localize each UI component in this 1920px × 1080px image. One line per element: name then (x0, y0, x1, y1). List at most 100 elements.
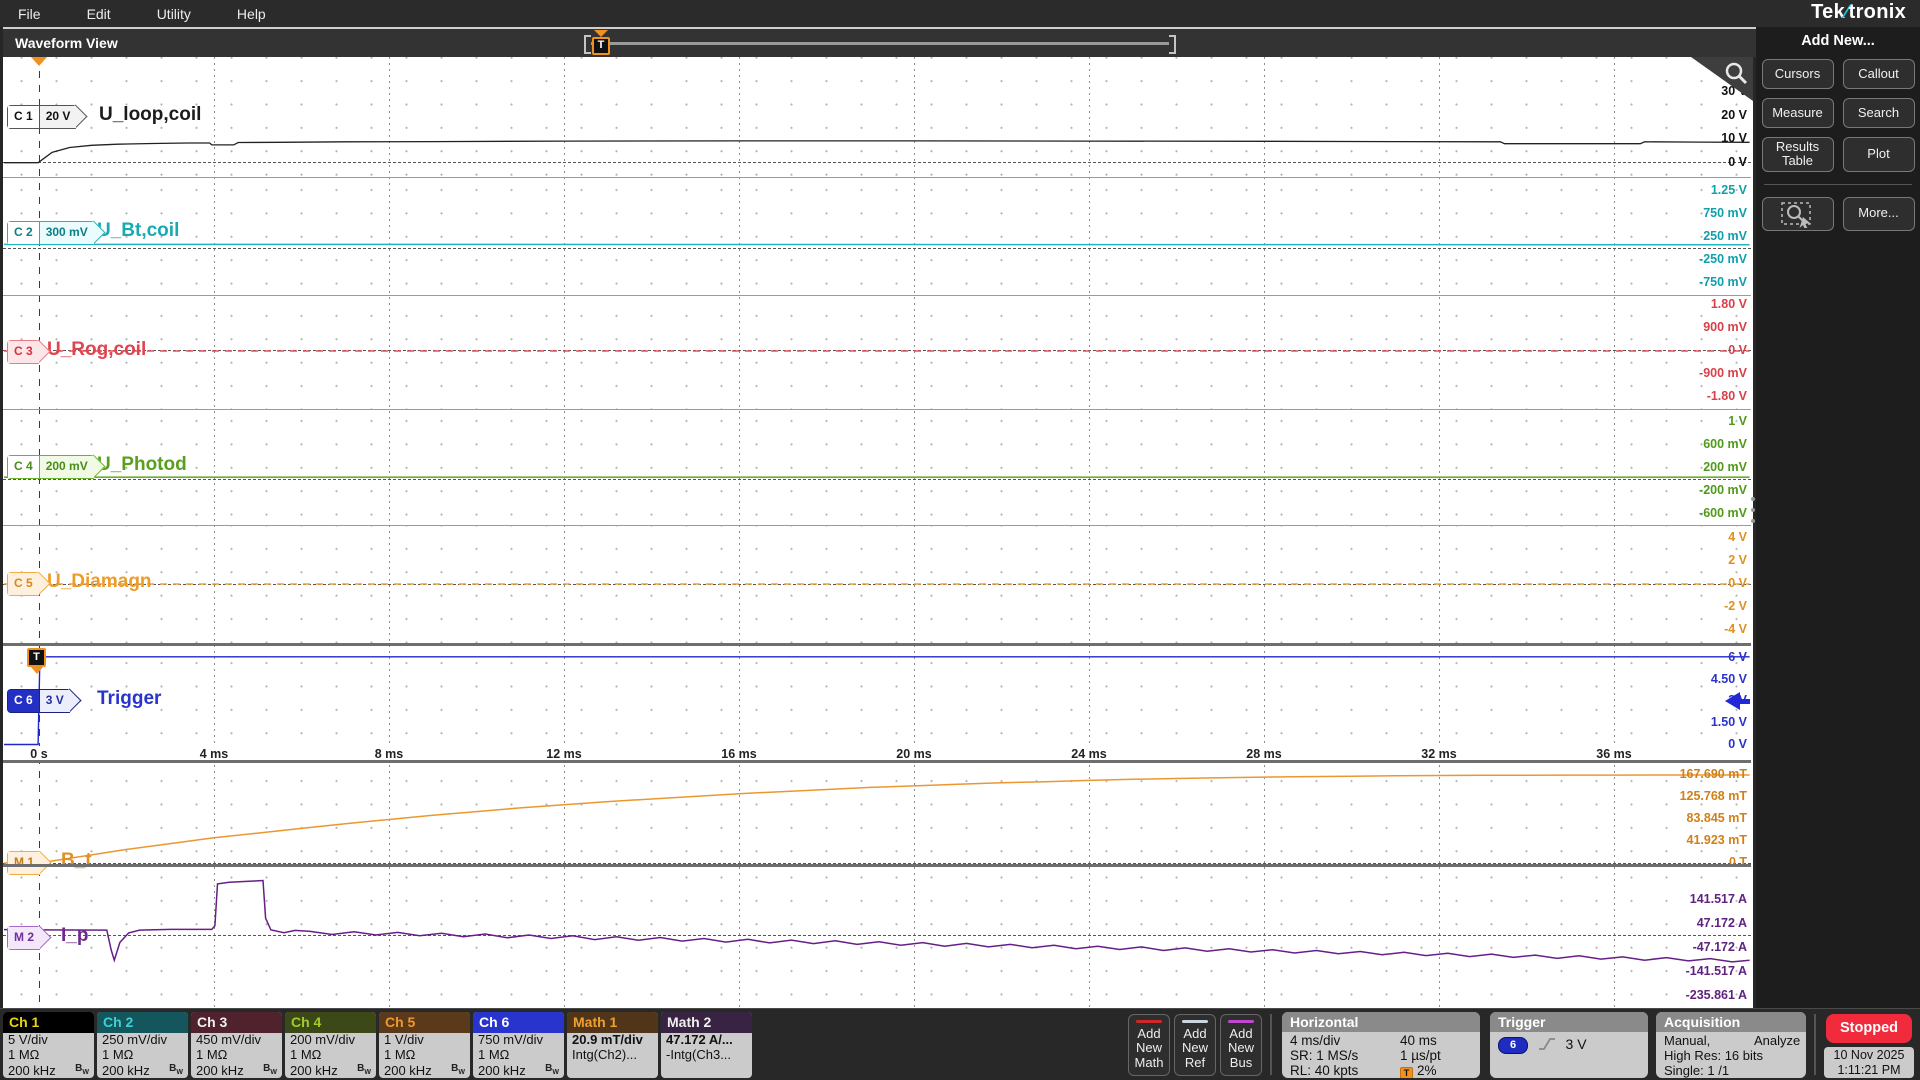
trigger-position-marker[interactable] (31, 57, 47, 66)
bandwidth-limit-icon: BW (169, 1062, 183, 1078)
slice-c2[interactable]: 1.25 V750 mV250 mV-250 mV-750 mVC 2300 m… (3, 178, 1751, 296)
scale-label-c1: 20 V (1721, 108, 1747, 122)
slice-m1[interactable]: 167.690 mT125.768 mT83.845 mT41.923 mT0 … (3, 762, 1751, 866)
scale-label-c6: 1.50 V (1711, 715, 1747, 729)
addnew-callout-button[interactable]: Callout (1843, 59, 1915, 89)
horizontal-window: 40 ms (1400, 1033, 1472, 1048)
scale-label-m1: 83.845 mT (1687, 811, 1747, 825)
sample-rate: SR: 1 MS/s (1290, 1048, 1400, 1063)
addnew-plot-button[interactable]: Plot (1843, 137, 1915, 172)
bottom-badge-ch6[interactable]: Ch 6750 mV/div1 MΩ200 kHzBW (473, 1012, 564, 1078)
trace-c5 (3, 526, 1751, 645)
add-new-ref-button[interactable]: Add New Ref (1174, 1014, 1216, 1076)
trace-c3 (3, 296, 1751, 410)
trigger-position-flag[interactable]: T (592, 37, 610, 55)
trigger-panel-title: Trigger (1490, 1012, 1648, 1032)
bottom-badge-ch1[interactable]: Ch 15 V/div1 MΩ200 kHzBW (3, 1012, 94, 1078)
channel-badge-c2[interactable]: C 2300 mV (7, 221, 94, 245)
scale-label-c3: 900 mV (1703, 320, 1747, 334)
zoom-mode-button[interactable] (1762, 197, 1834, 231)
menu-help[interactable]: Help (237, 6, 266, 22)
horizontal-position-right-bracket (1169, 35, 1176, 54)
channel-badge-c3[interactable]: C 3 (7, 340, 39, 364)
channel-badge-c1[interactable]: C 120 V (7, 105, 76, 129)
run-stop-button[interactable]: Stopped (1826, 1014, 1912, 1043)
zoom-select-icon (1780, 200, 1816, 228)
horizontal-panel[interactable]: Horizontal 4 ms/div40 ms SR: 1 MS/s1 µs/… (1282, 1012, 1480, 1078)
bottom-badge-ch4[interactable]: Ch 4200 mV/div1 MΩ200 kHzBW (285, 1012, 376, 1078)
settings-bar: Horizontal 4 ms/div40 ms SR: 1 MS/s1 µs/… (0, 1008, 1920, 1080)
channel-badge-m2[interactable]: M 2 (7, 926, 40, 950)
trigger-position-pointer-icon (594, 30, 608, 37)
trigger-level-arrow[interactable] (1725, 692, 1740, 710)
slice-m2[interactable]: 141.517 A47.172 A-47.172 A-141.517 A-235… (3, 866, 1751, 1008)
menu-items: File Edit Utility Help (18, 6, 266, 22)
trace-c1 (3, 57, 1751, 178)
scale-label-c3: 1.80 V (1711, 297, 1747, 311)
slice-c4[interactable]: 1 V600 mV200 mV-200 mV-600 mVC 4200 mVU_… (3, 410, 1751, 526)
badge-cell: M 2 (8, 927, 40, 949)
bottom-badge-row: 1 MΩ (97, 1048, 188, 1063)
bottom-badge-row: 1 MΩ (473, 1048, 564, 1063)
slice-c1[interactable]: 30 V20 V10 V0 VC 120 VU_loop,coil (3, 57, 1751, 178)
slice-c6[interactable]: 6 V4.50 V3 V1.50 V0 VC 63 VTriggerT (3, 645, 1751, 746)
horizontal-position-left-bracket (584, 35, 591, 54)
add-new-math-button[interactable]: Add New Math (1128, 1014, 1170, 1076)
add-new-bus-button[interactable]: Add New Bus (1220, 1014, 1262, 1076)
addnew-results-table-button[interactable]: Results Table (1762, 137, 1834, 172)
bottom-badge-ch3[interactable]: Ch 3450 mV/div1 MΩ200 kHzBW (191, 1012, 282, 1078)
bottom-badge-math1[interactable]: Math 120.9 mT/divIntg(Ch2)... (567, 1012, 658, 1078)
bottom-badge-header: Ch 5 (379, 1012, 470, 1033)
addnew-measure-button[interactable]: Measure (1762, 98, 1834, 128)
add-button-accent (1182, 1020, 1208, 1023)
bottom-badge-row: 200 kHzBW (379, 1062, 470, 1078)
channel-badge-c4[interactable]: C 4200 mV (7, 455, 94, 479)
trigger-panel[interactable]: Trigger 6 3 V (1490, 1012, 1648, 1078)
slice-c3[interactable]: 1.80 V900 mV0 V-900 mV-1.80 VC 3U_Rog,co… (3, 296, 1751, 410)
channel-badge-m1[interactable]: M 1 (7, 851, 40, 875)
menu-utility[interactable]: Utility (157, 6, 191, 22)
trace-c6 (3, 645, 1751, 746)
badge-cell: C 3 (8, 341, 39, 363)
time-tick-label: 20 ms (884, 747, 944, 761)
badge-cell: 3 V (39, 690, 70, 712)
channel-name-c2: U_Bt,coil (97, 220, 179, 242)
acquisition-mode: Manual, (1664, 1033, 1754, 1048)
trigger-source-flag[interactable]: T (27, 648, 46, 667)
scale-label-c2: 250 mV (1703, 229, 1747, 243)
trace-c4 (3, 410, 1751, 526)
horizontal-position-track[interactable] (591, 42, 1169, 45)
bottom-badge-math2[interactable]: Math 247.172 A/...-Intg(Ch3... (661, 1012, 752, 1078)
addnew-cursors-button[interactable]: Cursors (1762, 59, 1834, 89)
bottom-divider (1270, 1014, 1272, 1075)
channel-badge-c5[interactable]: C 5 (7, 572, 39, 596)
bandwidth-limit-icon: BW (263, 1062, 277, 1078)
panel-drag-handle[interactable] (1751, 497, 1755, 523)
scale-label-c2: -250 mV (1699, 252, 1747, 266)
badge-cell: C 1 (8, 106, 39, 128)
scale-label-m1: 167.690 mT (1680, 767, 1747, 781)
sidebar-divider (1764, 184, 1912, 185)
bottom-badge-ch5[interactable]: Ch 51 V/div1 MΩ200 kHzBW (379, 1012, 470, 1078)
bottom-badge-row: -Intg(Ch3... (661, 1048, 752, 1063)
addnew-search-button[interactable]: Search (1843, 98, 1915, 128)
scale-label-m2: -235.861 A (1686, 988, 1747, 1002)
acquisition-panel-title: Acquisition (1656, 1012, 1806, 1032)
scale-label-c4: -200 mV (1699, 483, 1747, 497)
slice-c5[interactable]: 4 V2 V0 V-2 V-4 VC 5U_Diamagn (3, 526, 1751, 645)
menu-file[interactable]: File (18, 6, 41, 22)
scale-label-c5: 0 V (1728, 576, 1747, 590)
more-button[interactable]: More... (1843, 197, 1915, 231)
bottom-badge-row: 200 kHzBW (97, 1062, 188, 1078)
menu-edit[interactable]: Edit (87, 6, 111, 22)
channel-badge-c6[interactable]: C 63 V (7, 689, 70, 713)
badge-cell: C 2 (8, 222, 39, 244)
bottom-badge-ch2[interactable]: Ch 2250 mV/div1 MΩ200 kHzBW (97, 1012, 188, 1078)
waveform-plot[interactable]: 30 V20 V10 V0 VC 120 VU_loop,coil1.25 V7… (3, 57, 1753, 1008)
scale-label-c1: 10 V (1721, 131, 1747, 145)
tab-waveform-view[interactable]: Waveform View (15, 35, 118, 51)
magnifier-icon (1723, 60, 1749, 86)
slice-separator (3, 409, 1751, 410)
acquisition-panel[interactable]: Acquisition Manual,Analyze High Res: 16 … (1656, 1012, 1806, 1078)
bottom-badge-row: 1 MΩ (191, 1048, 282, 1063)
